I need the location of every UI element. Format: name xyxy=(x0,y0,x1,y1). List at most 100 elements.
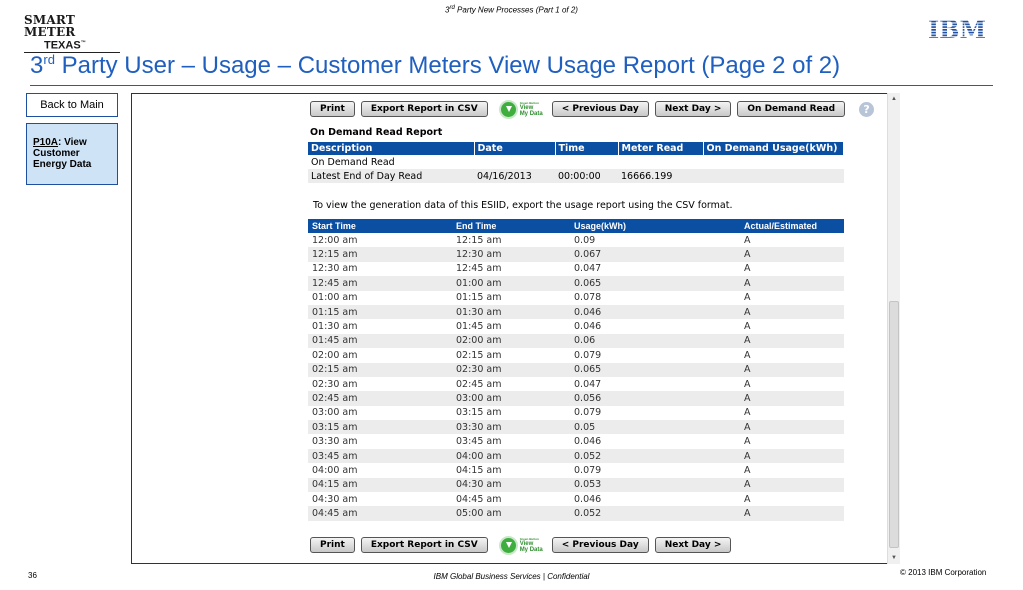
green-button-icon xyxy=(498,535,518,555)
cell: 0.047 xyxy=(574,263,602,275)
cell: A xyxy=(740,420,844,435)
cell: A xyxy=(740,247,844,262)
cell: 01:30 am xyxy=(452,304,570,320)
cell: 03:15 am xyxy=(308,420,452,435)
cell: 02:30 am xyxy=(452,362,570,377)
cell: 04:00 am xyxy=(452,448,570,464)
table-row: 12:45 am 01:00 am 0.065 A xyxy=(308,276,844,291)
p10a-link[interactable]: P10A xyxy=(33,137,58,148)
table-row: 04:30 am 04:45 am 0.046 A xyxy=(308,492,844,506)
cell: A xyxy=(744,349,751,361)
help-icon[interactable]: ? xyxy=(859,101,875,117)
next-day-button-bottom[interactable]: Next Day > xyxy=(654,537,732,553)
cell: 0.046 xyxy=(574,493,602,505)
back-to-main-button[interactable]: Back to Main xyxy=(26,93,118,117)
svg-text:IBM: IBM xyxy=(928,18,986,40)
scroll-up-arrow-icon[interactable]: ▲ xyxy=(888,93,900,105)
footer-copyright: © 2013 IBM Corporation xyxy=(900,568,987,577)
cell xyxy=(474,155,555,169)
table-row: 01:45 am 02:00 am 0.06 A xyxy=(308,333,844,349)
on-demand-read-button[interactable]: On Demand Read xyxy=(737,101,846,117)
col-usage-kwh: Usage(kWh) xyxy=(570,219,740,233)
cell: 0.046 xyxy=(574,436,602,448)
print-button[interactable]: Print xyxy=(310,101,355,117)
cell: 0.046 xyxy=(570,304,740,320)
table-row: 12:15 am 12:30 am 0.067 A xyxy=(308,247,844,262)
cell: 04:45 am xyxy=(456,493,502,505)
table-row: 01:30 am 01:45 am 0.046 A xyxy=(308,319,844,333)
cell: 01:00 am xyxy=(312,292,358,304)
cell: 0.052 xyxy=(570,448,740,464)
col-meter-read: Meter Read xyxy=(618,142,704,155)
table-row: 02:00 am 02:15 am 0.079 A xyxy=(308,348,844,362)
cell: 0.046 xyxy=(574,321,602,333)
bottom-toolbar: Print Export Report in CSV Green Button V… xyxy=(310,534,732,556)
scroll-down-arrow-icon[interactable]: ▼ xyxy=(888,552,900,564)
cell: 16666.199 xyxy=(618,169,703,183)
previous-day-button[interactable]: < Previous Day xyxy=(551,101,649,117)
table-row: 03:30 am 03:45 am 0.046 A xyxy=(308,434,844,448)
usage-header-row: Start Time End Time Usage(kWh) Actual/Es… xyxy=(308,219,844,233)
cell: 0.056 xyxy=(570,391,740,406)
table-row: 03:00 am 03:15 am 0.079 A xyxy=(308,406,844,420)
cell: 03:15 am xyxy=(456,407,502,419)
cell: A xyxy=(740,391,844,406)
scroll-thumb[interactable] xyxy=(889,301,899,548)
previous-day-button-bottom[interactable]: < Previous Day xyxy=(551,537,649,553)
col-time: Time xyxy=(555,142,619,155)
col-actual-estimated: Actual/Estimated xyxy=(740,219,844,233)
export-csv-button[interactable]: Export Report in CSV xyxy=(360,101,488,117)
export-csv-button-bottom[interactable]: Export Report in CSV xyxy=(360,537,488,553)
cell: A xyxy=(740,448,844,464)
col-start-time: Start Time xyxy=(308,219,452,233)
cell: A xyxy=(744,378,751,390)
cell: A xyxy=(744,234,751,246)
table-row: 04:15 am 04:30 am 0.053 A xyxy=(308,477,844,493)
cell: 12:00 am xyxy=(312,234,358,246)
cell: A xyxy=(744,263,751,275)
cell: 0.079 xyxy=(574,464,602,476)
cell: 0.052 xyxy=(570,506,740,521)
table-row: Latest End of Day Read 04/16/2013 00:00:… xyxy=(308,169,844,183)
vertical-scrollbar[interactable]: ▲ ▼ xyxy=(887,93,900,564)
cell: 0.065 xyxy=(570,362,740,377)
green-button-view-my-data-bottom[interactable]: Green Button View My Data xyxy=(498,534,543,556)
cell: A xyxy=(744,407,751,419)
table-row: 02:30 am 02:45 am 0.047 A xyxy=(308,377,844,391)
on-demand-report-title: On Demand Read Report xyxy=(310,127,443,138)
cell: 01:15 am xyxy=(456,292,502,304)
print-button-bottom[interactable]: Print xyxy=(310,537,355,553)
cell: A xyxy=(744,493,751,505)
cell: 12:45 am xyxy=(308,276,452,291)
cell: 01:00 am xyxy=(452,276,570,291)
next-day-button[interactable]: Next Day > xyxy=(654,101,732,117)
cell: 03:30 am xyxy=(312,436,358,448)
cell: A xyxy=(744,292,751,304)
table-row: 02:15 am 02:30 am 0.065 A xyxy=(308,362,844,377)
cell: 03:30 am xyxy=(452,420,570,435)
cell: 0.053 xyxy=(570,477,740,493)
cell: A xyxy=(740,506,844,521)
cell: 12:45 am xyxy=(456,263,502,275)
title-divider xyxy=(30,85,993,86)
col-date: Date xyxy=(474,142,556,155)
table-row: 03:15 am 03:30 am 0.05 A xyxy=(308,420,844,435)
table-row: 04:45 am 05:00 am 0.052 A xyxy=(308,506,844,521)
green-button-view-my-data[interactable]: Green Button View My Data xyxy=(498,98,543,120)
cell xyxy=(555,155,618,169)
cell: 0.079 xyxy=(574,349,602,361)
cell xyxy=(703,169,844,183)
cell: 12:30 am xyxy=(452,247,570,262)
cell: 0.078 xyxy=(574,292,602,304)
cell: A xyxy=(744,464,751,476)
cell: 02:15 am xyxy=(456,349,502,361)
green-button-icon xyxy=(498,99,518,119)
cell: 02:45 am xyxy=(456,378,502,390)
cell: 0.079 xyxy=(574,407,602,419)
cell: 03:00 am xyxy=(312,407,358,419)
table-row: 02:45 am 03:00 am 0.056 A xyxy=(308,391,844,406)
p10a-step-box: P10A: View Customer Energy Data xyxy=(26,123,118,185)
cell: 04:00 am xyxy=(312,464,358,476)
cell: 02:45 am xyxy=(308,391,452,406)
cell: 04:30 am xyxy=(312,493,358,505)
